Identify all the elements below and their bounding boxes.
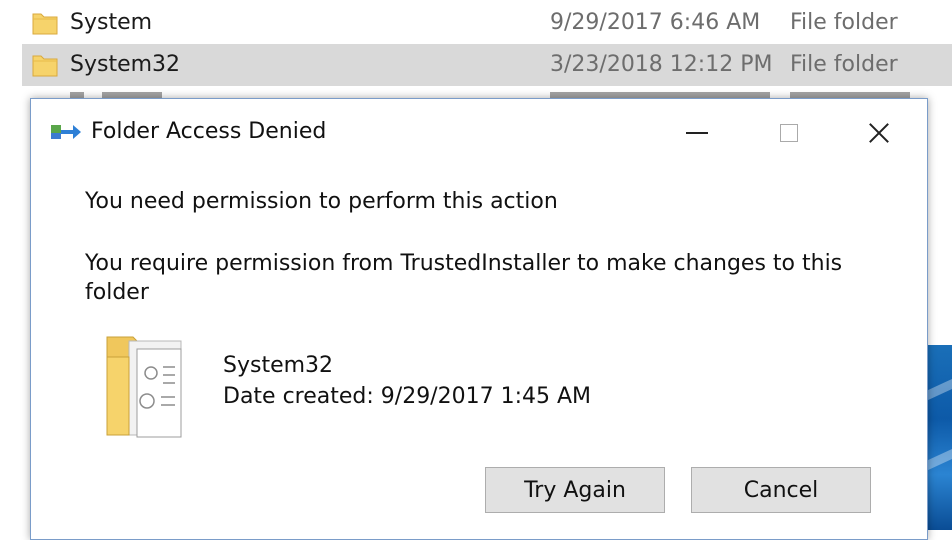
item-date-created: Date created: 9/29/2017 1:45 AM	[223, 384, 592, 409]
file-type: File folder	[790, 52, 898, 77]
file-row-system[interactable]: System 9/29/2017 6:46 AM File folder	[22, 2, 952, 44]
close-icon	[868, 122, 890, 144]
desktop-background	[926, 345, 952, 530]
dialog-title: Folder Access Denied	[91, 119, 327, 144]
try-again-button[interactable]: Try Again	[485, 467, 665, 513]
title-bar[interactable]: Folder Access Denied	[31, 99, 927, 165]
close-button[interactable]	[849, 111, 909, 155]
minimize-button[interactable]	[667, 111, 727, 155]
folder-icon	[32, 13, 58, 35]
system-folder-icon	[106, 336, 182, 438]
file-name: System32	[70, 52, 181, 77]
file-date: 3/23/2018 12:12 PM	[550, 52, 773, 77]
folder-access-denied-dialog: Folder Access Denied You need permission…	[30, 98, 928, 540]
file-date: 9/29/2017 6:46 AM	[550, 10, 761, 35]
light-streak	[926, 378, 952, 402]
folder-icon	[32, 55, 58, 77]
file-type: File folder	[790, 10, 898, 35]
minimize-icon	[686, 132, 708, 134]
cancel-button[interactable]: Cancel	[691, 467, 871, 513]
light-streak	[926, 448, 952, 472]
move-arrow-icon	[51, 125, 81, 139]
maximize-icon	[780, 124, 798, 142]
message-body: You require permission from TrustedInsta…	[85, 251, 843, 305]
maximize-button[interactable]	[759, 111, 819, 155]
file-name: System	[70, 10, 153, 35]
message-heading: You need permission to perform this acti…	[85, 189, 558, 214]
file-row-system32[interactable]: System32 3/23/2018 12:12 PM File folder	[22, 44, 952, 86]
item-name: System32	[223, 353, 334, 378]
